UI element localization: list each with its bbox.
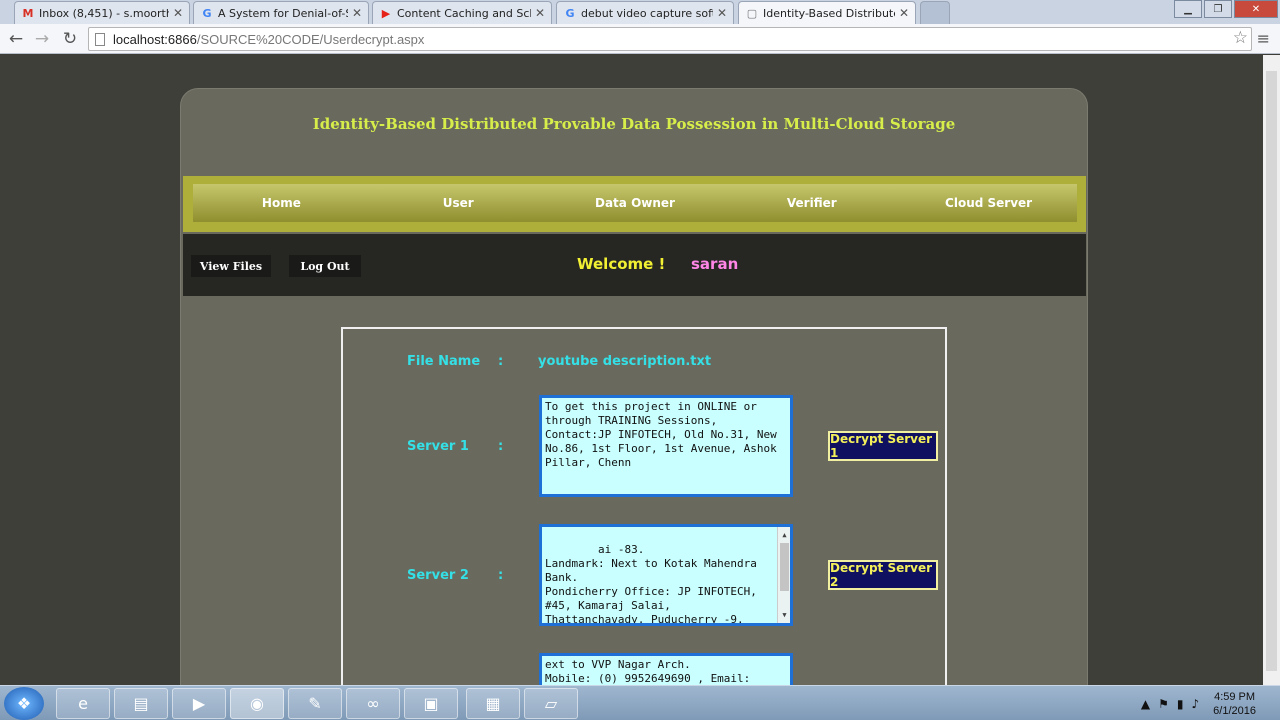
file-name-value: youtube description.txt bbox=[538, 354, 712, 369]
site-container: Identity-Based Distributed Provable Data… bbox=[180, 88, 1088, 685]
textarea-scrollbar[interactable]: ▲ ▼ bbox=[777, 527, 790, 623]
colon: : bbox=[498, 354, 504, 369]
tab-title: Content Caching and Sch bbox=[397, 6, 531, 20]
chrome-icon[interactable]: ◉ bbox=[230, 688, 284, 719]
notepad-icon[interactable]: ▱ bbox=[524, 688, 578, 719]
file-name-label: File Name bbox=[407, 354, 481, 369]
page-content: Identity-Based Distributed Provable Data… bbox=[0, 55, 1280, 685]
server-3-textarea[interactable]: ext to VVP Nagar Arch. Mobile: (0) 99526… bbox=[539, 653, 793, 685]
server-1-text: To get this project in ONLINE or through… bbox=[545, 400, 777, 469]
view-files-link[interactable]: View Files bbox=[191, 255, 271, 277]
volume-icon[interactable]: ♪ bbox=[1192, 697, 1200, 711]
tab-denial-of-service[interactable]: G A System for Denial-of-Se ✕ bbox=[193, 1, 369, 24]
tools-icon[interactable]: ✎ bbox=[288, 688, 342, 719]
maximize-icon[interactable]: ❐ bbox=[1204, 0, 1232, 18]
url-path: /SOURCE%20CODE/Userdecrypt.aspx bbox=[196, 31, 425, 47]
close-window-icon[interactable]: ✕ bbox=[1234, 0, 1278, 18]
visual-studio-icon[interactable]: ∞ bbox=[346, 688, 400, 719]
tab-title: Inbox (8,451) - s.moorthi... bbox=[39, 6, 169, 20]
google-icon: G bbox=[202, 6, 212, 20]
decrypt-panel: File Name : youtube description.txt Serv… bbox=[341, 327, 947, 685]
server-1-label: Server 1 bbox=[407, 439, 469, 454]
colon: : bbox=[498, 439, 504, 454]
tab-title: A System for Denial-of-Se bbox=[218, 6, 348, 20]
media-player-icon[interactable]: ▶ bbox=[172, 688, 226, 719]
youtube-icon: ▶ bbox=[381, 6, 391, 20]
tab-close-icon[interactable]: ✕ bbox=[352, 6, 362, 20]
window-controls: ▁ ❐ ✕ bbox=[1172, 0, 1278, 18]
server-3-text: ext to VVP Nagar Arch. Mobile: (0) 99526… bbox=[545, 658, 751, 685]
ie-icon[interactable]: e bbox=[56, 688, 110, 719]
page-scrollbar[interactable] bbox=[1263, 55, 1280, 685]
page-icon: ▢ bbox=[746, 6, 758, 20]
tab-content-caching[interactable]: ▶ Content Caching and Sch ✕ bbox=[372, 1, 552, 24]
bookmark-star-icon[interactable]: ☆ bbox=[1233, 28, 1248, 48]
tab-identity-based[interactable]: ▢ Identity-Based Distributed ✕ bbox=[738, 1, 916, 24]
nav-cloud-server[interactable]: Cloud Server bbox=[900, 196, 1077, 210]
scroll-down-icon[interactable]: ▼ bbox=[778, 608, 790, 622]
tab-gmail[interactable]: M Inbox (8,451) - s.moorthi... ✕ bbox=[14, 1, 190, 24]
show-hidden-icons-icon[interactable]: ▲ bbox=[1141, 697, 1150, 711]
browser-toolbar: ← → ↻ localhost:6866/SOURCE%20CODE/Userd… bbox=[0, 24, 1280, 54]
server-1-textarea[interactable]: To get this project in ONLINE or through… bbox=[539, 395, 793, 497]
tab-title: debut video capture softw bbox=[581, 6, 713, 20]
taskbar: ❖ e ▤ ▶ ◉ ✎ ∞ ▣ ▦ ▱ ▲ ⚑ ▮ ♪ 4:59 PM 6/1/… bbox=[0, 685, 1280, 720]
page-icon bbox=[95, 32, 105, 46]
username: saran bbox=[691, 255, 739, 273]
windows-logo-icon: ❖ bbox=[16, 694, 32, 713]
scroll-up-icon[interactable]: ▲ bbox=[778, 528, 790, 542]
nav-home[interactable]: Home bbox=[193, 196, 370, 210]
log-out-link[interactable]: Log Out bbox=[289, 255, 361, 277]
clock-time: 4:59 PM bbox=[1214, 690, 1256, 703]
network-icon[interactable]: ▮ bbox=[1177, 697, 1184, 711]
system-tray: ▲ ⚑ ▮ ♪ 4:59 PM 6/1/2016 bbox=[1141, 686, 1270, 720]
decrypt-server-1-button[interactable]: Decrypt Server 1 bbox=[828, 431, 938, 461]
scroll-thumb[interactable] bbox=[780, 543, 789, 591]
flag-icon[interactable]: ⚑ bbox=[1158, 697, 1169, 711]
cmd-icon[interactable]: ▣ bbox=[404, 688, 458, 719]
main-nav: Home User Data Owner Verifier Cloud Serv… bbox=[183, 176, 1086, 232]
minimize-icon[interactable]: ▁ bbox=[1174, 0, 1202, 18]
reload-icon[interactable]: ↻ bbox=[59, 28, 81, 50]
tab-close-icon[interactable]: ✕ bbox=[717, 6, 727, 20]
server-2-text: ai -83. Landmark: Next to Kotak Mahendra… bbox=[545, 543, 757, 626]
gmail-icon: M bbox=[22, 6, 34, 20]
start-button[interactable]: ❖ bbox=[4, 687, 44, 720]
url-host: localhost:6866 bbox=[113, 31, 197, 47]
site-title: Identity-Based Distributed Provable Data… bbox=[312, 115, 956, 133]
google-icon: G bbox=[565, 6, 575, 20]
colon: : bbox=[498, 568, 504, 583]
forward-icon[interactable]: → bbox=[31, 28, 53, 50]
tab-close-icon[interactable]: ✕ bbox=[535, 6, 545, 20]
clock-date: 6/1/2016 bbox=[1213, 704, 1256, 717]
nav-verifier[interactable]: Verifier bbox=[723, 196, 900, 210]
nav-data-owner[interactable]: Data Owner bbox=[547, 196, 724, 210]
server-2-label: Server 2 bbox=[407, 568, 469, 583]
server-2-textarea[interactable]: ai -83. Landmark: Next to Kotak Mahendra… bbox=[539, 524, 793, 626]
user-bar: View Files Log Out Welcome ! saran bbox=[183, 234, 1086, 296]
address-bar[interactable]: localhost:6866/SOURCE%20CODE/Userdecrypt… bbox=[88, 27, 1252, 51]
clock[interactable]: 4:59 PM 6/1/2016 bbox=[1213, 690, 1256, 718]
tab-debut-video[interactable]: G debut video capture softw ✕ bbox=[556, 1, 734, 24]
tab-close-icon[interactable]: ✕ bbox=[173, 6, 183, 20]
welcome-text: Welcome ! bbox=[577, 255, 666, 273]
nav-user[interactable]: User bbox=[370, 196, 547, 210]
tab-title: Identity-Based Distributed bbox=[763, 6, 895, 20]
back-icon[interactable]: ← bbox=[5, 28, 27, 50]
page-scroll-thumb[interactable] bbox=[1266, 71, 1277, 671]
decrypt-server-2-button[interactable]: Decrypt Server 2 bbox=[828, 560, 938, 590]
new-tab-button[interactable] bbox=[920, 1, 950, 24]
tab-close-icon[interactable]: ✕ bbox=[899, 6, 909, 20]
menu-icon[interactable]: ≡ bbox=[1257, 29, 1270, 48]
save-icon[interactable]: ▦ bbox=[466, 688, 520, 719]
explorer-icon[interactable]: ▤ bbox=[114, 688, 168, 719]
browser-tabstrip: M Inbox (8,451) - s.moorthi... ✕ G A Sys… bbox=[0, 0, 1280, 24]
